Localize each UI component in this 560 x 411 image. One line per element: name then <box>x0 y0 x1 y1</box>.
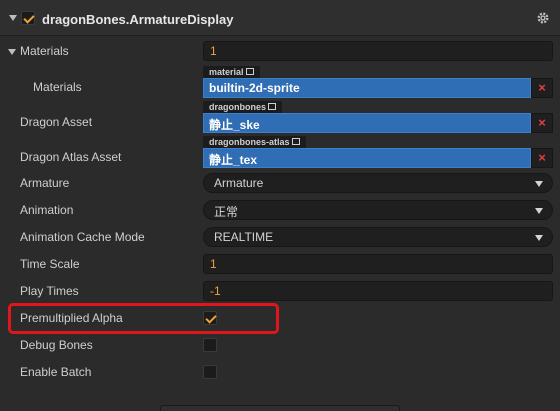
time-scale-label: Time Scale <box>20 257 80 271</box>
animation-cache-mode-value: REALTIME <box>214 230 274 244</box>
animation-select[interactable]: 正常 <box>203 200 553 220</box>
debug-bones-checkbox[interactable] <box>203 338 217 352</box>
armature-select[interactable]: Armature <box>203 173 553 193</box>
time-scale-row: Time Scale 1 <box>0 251 560 278</box>
external-link-icon[interactable] <box>268 103 277 110</box>
play-times-field[interactable]: -1 <box>203 281 553 301</box>
material-item-label: Materials <box>33 80 82 94</box>
dragon-atlas-clear-button[interactable]: × <box>531 148 553 168</box>
component-header: dragonBones.ArmatureDisplay <box>0 0 560 36</box>
material-asset-field[interactable]: builtin-2d-sprite <box>203 78 531 98</box>
gear-icon[interactable] <box>536 11 550 25</box>
component-enabled-checkbox[interactable] <box>21 11 35 25</box>
enable-batch-label: Enable Batch <box>20 365 92 379</box>
bottom-button[interactable] <box>160 405 400 411</box>
enable-batch-row: Enable Batch <box>0 359 560 386</box>
animation-cache-mode-row: Animation Cache Mode REALTIME <box>0 224 560 251</box>
animation-cache-mode-label: Animation Cache Mode <box>20 230 145 244</box>
material-item-row: Materials material builtin-2d-sprite × <box>0 66 560 98</box>
armature-label: Armature <box>20 176 70 190</box>
debug-bones-label: Debug Bones <box>20 338 93 352</box>
external-link-icon[interactable] <box>245 68 254 75</box>
highlight-annotation <box>8 303 279 334</box>
dragon-asset-field[interactable]: 静止_ske <box>203 113 531 133</box>
enable-batch-checkbox[interactable] <box>203 365 217 379</box>
play-times-label: Play Times <box>20 284 79 298</box>
dragon-asset-row: Dragon Asset dragonbones 静止_ske × <box>0 101 560 133</box>
dragon-atlas-asset-row: Dragon Atlas Asset dragonbones-atlas 静止_… <box>0 136 560 168</box>
dragon-asset-clear-button[interactable]: × <box>531 113 553 133</box>
animation-cache-mode-select[interactable]: REALTIME <box>203 227 553 247</box>
dragonbones-type-tag[interactable]: dragonbones <box>203 101 283 113</box>
collapse-arrow-icon[interactable] <box>9 15 17 21</box>
component-title: dragonBones.ArmatureDisplay <box>42 12 234 27</box>
materials-row: Materials 1 <box>0 38 560 65</box>
animation-label: Animation <box>20 203 74 217</box>
material-type-tag[interactable]: material <box>203 66 260 78</box>
debug-bones-row: Debug Bones <box>0 332 560 359</box>
animation-select-value: 正常 <box>214 205 239 219</box>
dragon-atlas-asset-label: Dragon Atlas Asset <box>20 150 122 164</box>
materials-label: Materials <box>20 44 69 58</box>
chevron-down-icon <box>535 235 543 241</box>
armature-row: Armature Armature <box>0 170 560 197</box>
chevron-down-icon <box>535 208 543 214</box>
animation-row: Animation 正常 <box>0 197 560 224</box>
dragon-atlas-asset-field[interactable]: 静止_tex <box>203 148 531 168</box>
time-scale-field[interactable]: 1 <box>203 254 553 274</box>
material-clear-button[interactable]: × <box>531 78 553 98</box>
dragon-asset-label: Dragon Asset <box>20 115 93 129</box>
materials-expand-arrow-icon[interactable] <box>8 49 16 55</box>
chevron-down-icon <box>535 181 543 187</box>
armature-select-value: Armature <box>214 176 264 190</box>
dragonbones-atlas-type-tag[interactable]: dragonbones-atlas <box>203 136 306 148</box>
external-link-icon[interactable] <box>291 138 300 145</box>
play-times-row: Play Times -1 <box>0 278 560 305</box>
materials-count-field[interactable]: 1 <box>203 41 553 61</box>
